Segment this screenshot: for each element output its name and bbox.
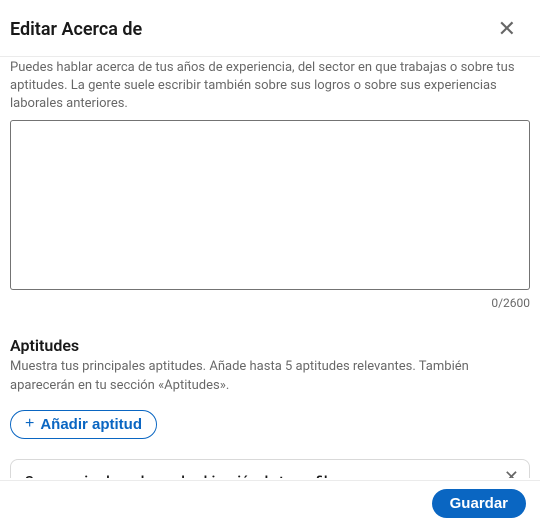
dismiss-suggestions-button[interactable]: ✕ (504, 468, 519, 478)
suggestions-title: Sugerencias basadas en la ubicación de t… (25, 474, 515, 478)
modal-body[interactable]: Puedes hablar acerca de tus años de expe… (0, 49, 540, 478)
about-textarea[interactable] (10, 120, 530, 290)
modal-title: Editar Acerca de (10, 19, 142, 40)
about-helper-text: Puedes hablar acerca de tus años de expe… (10, 59, 530, 114)
close-icon: ✕ (504, 467, 519, 478)
modal-header: Editar Acerca de ✕ (0, 0, 540, 56)
add-skill-label: Añadir aptitud (40, 416, 142, 433)
add-skill-button[interactable]: + Añadir aptitud (10, 410, 157, 439)
close-icon: ✕ (498, 16, 516, 41)
skills-section-description: Muestra tus principales aptitudes. Añade… (10, 357, 530, 396)
suggestions-box: ✕ Sugerencias basadas en la ubicación de… (10, 459, 530, 478)
close-button[interactable]: ✕ (494, 14, 520, 44)
skills-section-title: Aptitudes (10, 336, 530, 355)
modal-footer: Guardar (0, 480, 540, 524)
plus-icon: + (25, 416, 34, 432)
char-counter: 0/2600 (10, 296, 530, 310)
save-button[interactable]: Guardar (432, 489, 526, 518)
